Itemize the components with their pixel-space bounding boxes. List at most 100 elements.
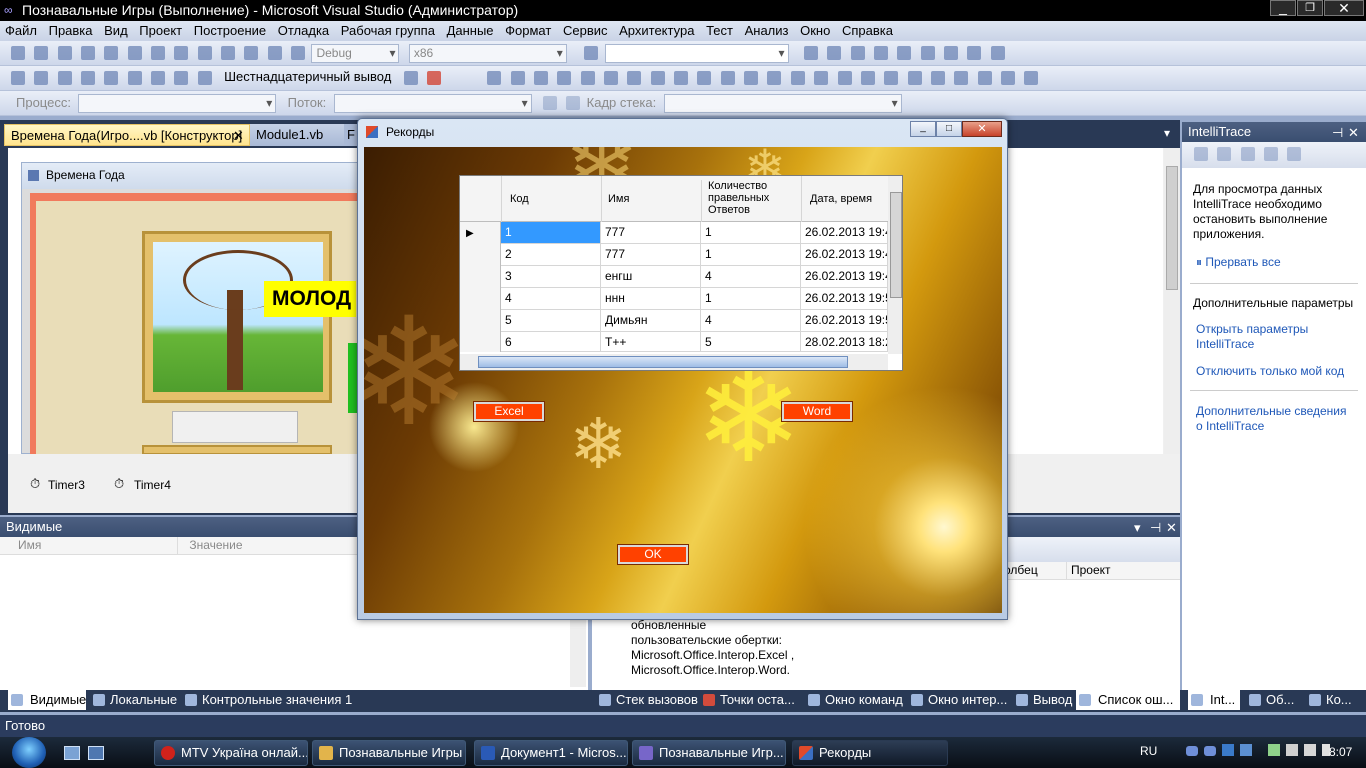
records-dialog[interactable]: Рекорды _ □ ✕ ❄ ❄ ❄ ❄ ❄ Код Имя Количест…: [357, 118, 1008, 620]
answer-textbox[interactable]: [172, 411, 298, 443]
properties-icon[interactable]: [827, 46, 842, 60]
start-icon[interactable]: [291, 46, 306, 60]
undo-icon[interactable]: [197, 46, 212, 60]
records-grid[interactable]: Код Имя Количество правельных Ответов Да…: [459, 175, 903, 371]
same-size-icon[interactable]: [674, 71, 689, 85]
col-column[interactable]: олбец: [1004, 562, 1038, 579]
center-horizontally-icon[interactable]: [907, 71, 922, 85]
tray-app-icon-2[interactable]: [1222, 744, 1234, 756]
start-button[interactable]: [12, 737, 46, 768]
step-out-icon[interactable]: [174, 71, 189, 85]
tab-watch[interactable]: Видимые: [8, 690, 86, 710]
designer-scrollbar[interactable]: [1164, 148, 1180, 454]
align-bottom-icon[interactable]: [604, 71, 619, 85]
object-browser-icon[interactable]: [850, 46, 865, 60]
tab-module1[interactable]: Module1.vb: [250, 124, 344, 146]
bring-to-front-icon[interactable]: [954, 71, 969, 85]
dialog-maximize-button[interactable]: □: [936, 121, 962, 137]
grid-cell[interactable]: 4: [501, 288, 601, 310]
vspacing-decrease-icon[interactable]: [860, 71, 875, 85]
menu-data[interactable]: Данные: [447, 23, 494, 38]
tray-volume-icon[interactable]: [1304, 744, 1316, 756]
col-header-code[interactable]: Код: [501, 176, 601, 222]
grid-cell[interactable]: 2: [501, 244, 601, 266]
taskbar-item-opera[interactable]: MTV Україна онлай...: [154, 740, 308, 766]
copy-icon[interactable]: [151, 46, 166, 60]
col-project[interactable]: Проект: [1066, 562, 1111, 579]
menu-view[interactable]: Вид: [104, 23, 128, 38]
platform-select[interactable]: x86: [408, 44, 567, 63]
grid-horizontal-scrollbar[interactable]: [460, 354, 888, 370]
open-settings-link[interactable]: Открыть параметры IntelliTrace: [1196, 322, 1346, 352]
col-header-datetime[interactable]: Дата, время: [801, 176, 891, 222]
add-item-icon[interactable]: [34, 46, 49, 60]
find-in-files-icon[interactable]: [584, 46, 599, 60]
intellitrace-events-icon[interactable]: [1194, 147, 1208, 161]
stack-frame-icon[interactable]: [403, 71, 418, 85]
grid-cell[interactable]: 26.02.2013 19:55: [801, 288, 888, 310]
tab-intellitrace[interactable]: Int...: [1188, 690, 1240, 710]
intellitrace-settings-icon[interactable]: [1240, 147, 1255, 161]
tab-error-list[interactable]: Список ош...: [1076, 690, 1180, 710]
align-middle-icon[interactable]: [580, 71, 595, 85]
tab-watch1[interactable]: Контрольные значения 1: [182, 690, 352, 710]
grid-cell[interactable]: 3: [501, 266, 601, 288]
grid-cell[interactable]: 26.02.2013 19:40: [801, 222, 888, 244]
toolbox-icon[interactable]: [873, 46, 888, 60]
grid-cell[interactable]: Т++: [601, 332, 701, 352]
grid-cell[interactable]: енгш: [601, 266, 701, 288]
hspacing-decrease-icon[interactable]: [767, 71, 782, 85]
dialog-close-button[interactable]: ✕: [962, 121, 1002, 137]
show-desktop-icon[interactable]: [64, 746, 80, 760]
menu-window[interactable]: Окно: [800, 23, 830, 38]
watch-col-name[interactable]: Имя: [0, 537, 178, 554]
designer-scroll-thumb[interactable]: [1166, 166, 1178, 290]
toolbar-options-icon[interactable]: [990, 46, 1005, 60]
taskbar-item-word[interactable]: Документ1 - Micros...: [474, 740, 628, 766]
taskbar-item-vs[interactable]: Познавальные Игр...: [632, 740, 786, 766]
save-all-icon[interactable]: [104, 46, 119, 60]
process-select[interactable]: [78, 94, 277, 113]
vspacing-equal-icon[interactable]: [814, 71, 829, 85]
grid-vscroll-thumb[interactable]: [890, 192, 902, 298]
vspacing-increase-icon[interactable]: [837, 71, 852, 85]
hspacing-increase-icon[interactable]: [744, 71, 759, 85]
grid-cell[interactable]: 1: [501, 222, 601, 244]
word-button[interactable]: Word: [781, 401, 853, 422]
grid-cell[interactable]: 777: [601, 244, 701, 266]
tab-output[interactable]: Вывод: [1013, 690, 1072, 710]
tray-signal-icon[interactable]: [1268, 744, 1280, 756]
paste-icon[interactable]: [174, 46, 189, 60]
menu-debug[interactable]: Отладка: [278, 23, 329, 38]
menu-analyze[interactable]: Анализ: [745, 23, 789, 38]
restore-button[interactable]: ❐: [1297, 0, 1323, 16]
align-left-icon[interactable]: [487, 71, 502, 85]
grid-cell[interactable]: 26.02.2013 19:48: [801, 266, 888, 288]
just-my-code-link[interactable]: Отключить только мой код: [1196, 364, 1361, 378]
continue-icon[interactable]: [11, 71, 25, 85]
tray-app-icon-1[interactable]: [1204, 746, 1216, 756]
ok-button[interactable]: OK: [617, 544, 689, 565]
step-over-icon[interactable]: [151, 71, 166, 85]
menu-architecture[interactable]: Архитектура: [619, 23, 694, 38]
configuration-select[interactable]: Debug: [311, 44, 400, 63]
grid-cell[interactable]: 5: [701, 332, 801, 352]
dialog-minimize-button[interactable]: _: [910, 121, 936, 137]
tab-call-stack[interactable]: Стек вызовов: [596, 690, 698, 710]
error-list-menu-icon[interactable]: ▾: [1134, 518, 1141, 537]
grid-cell[interactable]: 4: [701, 266, 801, 288]
flag-threads-icon[interactable]: [542, 96, 557, 110]
navigate-forward-icon[interactable]: [267, 46, 282, 60]
grid-cell[interactable]: 777: [601, 222, 701, 244]
send-to-back-icon[interactable]: [977, 71, 992, 85]
grid-cell[interactable]: 1: [701, 244, 801, 266]
show-next-statement-icon[interactable]: [104, 71, 119, 85]
menu-team[interactable]: Рабочая группа: [341, 23, 435, 38]
tab-immediate[interactable]: Окно интер...: [908, 690, 1007, 710]
restart-icon[interactable]: [81, 71, 96, 85]
grid-cell[interactable]: 1: [701, 222, 801, 244]
redo-icon[interactable]: [221, 46, 236, 60]
command-window-icon[interactable]: [967, 46, 982, 60]
tray-network-icon[interactable]: [1186, 746, 1198, 756]
tools-icon[interactable]: [897, 46, 912, 60]
